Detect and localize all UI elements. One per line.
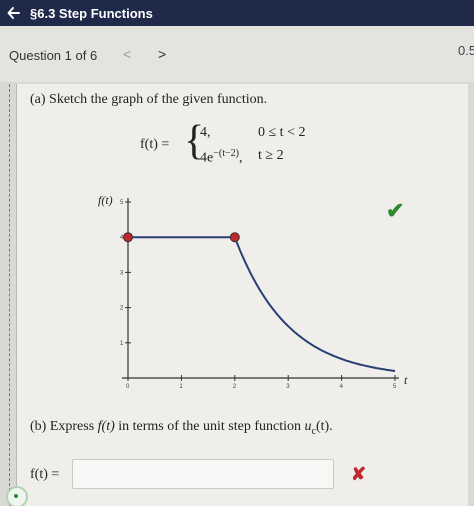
score-value: 0.5 — [458, 43, 474, 58]
prev-question-button[interactable]: < — [123, 46, 131, 62]
case1-condition: 0 ≤ t < 2 — [258, 125, 306, 140]
part-b-prompt: (b) Express f(t) in terms of the unit st… — [30, 419, 333, 437]
answer-label: f(t) = — [30, 467, 60, 482]
progress-indicator[interactable] — [6, 486, 28, 506]
case2-suffix: , — [238, 150, 243, 166]
back-button[interactable] — [0, 0, 28, 26]
part-b-middle: in terms of the unit step function — [114, 419, 305, 434]
case2-condition: t ≥ 2 — [258, 148, 284, 163]
checkmark-icon: ✔ — [386, 198, 405, 223]
question-nav-bar: Question 1 of 6 < > 0.5 — [0, 26, 474, 82]
part-b-u-arg: (t). — [315, 419, 333, 434]
case2-exponent: −(t−2) — [213, 148, 239, 159]
control-point[interactable] — [229, 232, 240, 243]
control-point[interactable] — [123, 232, 133, 243]
part-a-prompt: (a) Sketch the graph of the given functi… — [30, 92, 268, 107]
case1-value: 4, — [200, 125, 211, 140]
part-b-prefix: (b) Express — [30, 419, 98, 434]
formula-lhs: f(t) = — [140, 137, 170, 152]
answer-input[interactable] — [72, 459, 334, 489]
question-counter: Question 1 of 6 — [9, 48, 98, 63]
x-icon: ✘ — [351, 464, 367, 484]
left-divider — [9, 84, 10, 506]
case2-base: 4e — [200, 150, 214, 166]
next-question-button[interactable]: > — [158, 46, 166, 62]
case2-value: 4e−(t−2), — [200, 148, 242, 167]
arrow-left-icon — [7, 7, 20, 19]
part-b-u: u — [304, 419, 312, 434]
page-title: §6.3 Step Functions — [30, 5, 153, 21]
header-bar: §6.3 Step Functions — [0, 0, 474, 26]
part-b-f: f(t) — [97, 419, 115, 434]
